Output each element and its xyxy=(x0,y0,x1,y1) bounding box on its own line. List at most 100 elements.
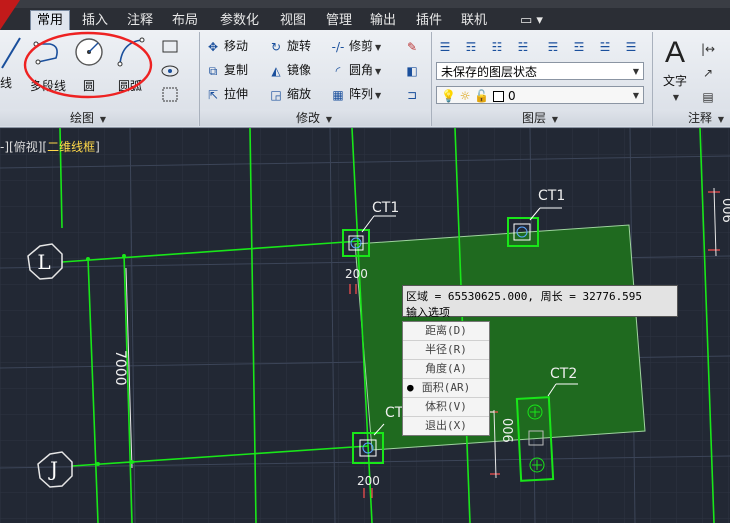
layer-properties-icon: ☰ xyxy=(439,39,451,54)
title-strip xyxy=(0,0,730,8)
selected-bullet-icon: ● xyxy=(407,381,414,394)
region-icon[interactable] xyxy=(160,86,182,104)
erase-button[interactable]: ✎ xyxy=(404,36,423,56)
viewport-suffix: ] xyxy=(95,140,100,154)
layer-freeze-button[interactable]: ☴ xyxy=(545,36,564,56)
menu-item-angle[interactable]: 角度(A) xyxy=(403,360,489,379)
tab-parametric[interactable]: 参数化 xyxy=(214,11,265,30)
lock-icon: 🔓 xyxy=(474,89,490,103)
hatch-icon[interactable] xyxy=(160,62,182,80)
layer-walk-icon: ☰ xyxy=(625,39,637,54)
offset-icon: ⊐ xyxy=(406,87,418,102)
move-button[interactable]: ✥ 移动 xyxy=(205,36,248,56)
draw-panel-title[interactable]: 绘图 ▼ xyxy=(70,110,106,126)
options-menu: 距离(D) 半径(R) 角度(A) ● 面积(AR) 体积(V) 退出(X) xyxy=(402,321,490,436)
menu-item-distance[interactable]: 距离(D) xyxy=(403,322,489,341)
table-button[interactable]: ▤ xyxy=(700,86,719,106)
layer-combo[interactable]: 💡 ☼ 🔓 0 ▼ xyxy=(436,86,644,104)
bulb-icon: 💡 xyxy=(441,89,456,103)
tab-plugins[interactable]: 插件 xyxy=(410,11,448,30)
layer-panel-title[interactable]: 图层 ▼ xyxy=(522,110,558,126)
dimension-button[interactable]: |↔ xyxy=(700,38,719,58)
copy-icon: ⧉ xyxy=(208,63,218,78)
tab-home[interactable]: 常用 xyxy=(30,10,71,30)
mirror-icon: ◭ xyxy=(271,63,281,78)
annotation-panel-title[interactable]: 注释 ▼ xyxy=(688,110,724,126)
dimension-icon: |↔ xyxy=(700,41,716,56)
text-button[interactable]: A 文字 ▼ xyxy=(658,34,692,106)
drawing-svg xyxy=(0,128,730,523)
fillet-button[interactable]: ◜ 圆角 ▼ xyxy=(330,60,382,80)
array-icon: ▦ xyxy=(332,87,344,102)
tab-view[interactable]: 视图 xyxy=(274,11,312,30)
menu-item-volume[interactable]: 体积(V) xyxy=(403,398,489,417)
layer-freeze-icon: ☴ xyxy=(547,39,559,54)
layer-match-icon: ☶ xyxy=(465,39,477,54)
table-icon: ▤ xyxy=(702,89,714,104)
fillet-icon: ◜ xyxy=(335,63,341,78)
dimension-200-top: 200 xyxy=(345,267,368,281)
menu-item-radius[interactable]: 半径(R) xyxy=(403,341,489,360)
dimension-900-ct2: 006 xyxy=(499,418,514,443)
explode-button[interactable]: ◧ xyxy=(404,60,423,80)
menu-item-exit[interactable]: 退出(X) xyxy=(403,417,489,435)
dimension-200-bottom: 200 xyxy=(357,474,380,488)
column-label-ct1-b: CT1 xyxy=(538,188,566,204)
rectangle-icon[interactable] xyxy=(160,38,182,56)
axis-label-L: L xyxy=(37,250,51,274)
offset-button[interactable]: ⊐ xyxy=(404,84,423,104)
layer-state-combo[interactable]: 未保存的图层状态 ▼ xyxy=(436,62,644,80)
tab-output[interactable]: 输出 xyxy=(364,11,402,30)
viewport-style[interactable]: 二维线框 xyxy=(47,140,95,154)
dimension-900-right: 006 xyxy=(719,198,730,223)
trim-button[interactable]: -/- 修剪 ▼ xyxy=(330,36,382,56)
layer-off-button[interactable]: ☲ xyxy=(571,36,590,56)
trim-icon: -/- xyxy=(331,39,345,54)
sun-icon: ☼ xyxy=(459,89,471,103)
array-button[interactable]: ▦ 阵列 ▼ xyxy=(330,84,381,104)
highlight-circle xyxy=(23,31,153,99)
text-icon: A xyxy=(664,36,685,69)
layer-match-button[interactable]: ☶ xyxy=(463,36,482,56)
axis-label-J: J xyxy=(49,457,59,481)
rotate-icon: ↻ xyxy=(270,39,282,54)
color-swatch-icon xyxy=(493,91,505,102)
dimension-7000: 7000 xyxy=(112,350,128,386)
stretch-button[interactable]: ⇱ 拉伸 xyxy=(205,84,248,104)
menu-item-area[interactable]: ● 面积(AR) xyxy=(403,379,489,398)
scale-icon: ◲ xyxy=(270,87,282,102)
viewport-label[interactable]: -][俯视][二维线框] xyxy=(0,139,100,155)
text-dropdown-icon: ▼ xyxy=(672,93,680,102)
tab-online[interactable]: 联机 xyxy=(455,11,493,30)
rotate-button[interactable]: ↻ 旋转 xyxy=(268,36,311,56)
copy-button[interactable]: ⧉ 复制 xyxy=(205,60,248,80)
measure-result: 区域 = 65530625.000, 周长 = 32776.595 xyxy=(406,290,643,303)
layer-properties-button[interactable]: ☰ xyxy=(437,36,456,56)
workspace-toggle[interactable]: ▭ ▾ xyxy=(514,11,549,30)
tab-layout[interactable]: 布局 xyxy=(166,11,204,30)
tab-manage[interactable]: 管理 xyxy=(320,11,358,30)
layer-walk-button[interactable]: ☰ xyxy=(623,36,642,56)
measure-tooltip: 区域 = 65530625.000, 周长 = 32776.595 输入选项 xyxy=(402,285,678,319)
layer-previous-button[interactable]: ☷ xyxy=(489,36,508,56)
measure-prompt: 输入选项 xyxy=(406,306,450,319)
move-icon: ✥ xyxy=(207,39,219,54)
mirror-button[interactable]: ◭ 镜像 xyxy=(268,60,311,80)
layer-isolate-button[interactable]: ☵ xyxy=(515,36,534,56)
leader-icon: ↗ xyxy=(702,65,714,80)
column-label-ct2: CT2 xyxy=(550,366,578,382)
viewport-prefix: -][ xyxy=(0,140,14,154)
leader-button[interactable]: ↗ xyxy=(700,62,719,82)
layer-isolate-icon: ☵ xyxy=(517,39,529,54)
layer-lock-button[interactable]: ☱ xyxy=(597,36,616,56)
stretch-icon: ⇱ xyxy=(207,87,219,102)
layer-off-icon: ☲ xyxy=(573,39,585,54)
text-button-label: 文字 xyxy=(662,74,687,88)
erase-icon: ✎ xyxy=(406,39,418,54)
explode-icon: ◧ xyxy=(406,63,418,78)
column-label-ct1-c: CT xyxy=(385,405,404,421)
layer-previous-icon: ☷ xyxy=(491,39,503,54)
scale-button[interactable]: ◲ 缩放 xyxy=(268,84,311,104)
viewport-view[interactable]: 俯视 xyxy=(14,140,38,154)
modify-panel-title[interactable]: 修改 ▼ xyxy=(296,110,332,126)
